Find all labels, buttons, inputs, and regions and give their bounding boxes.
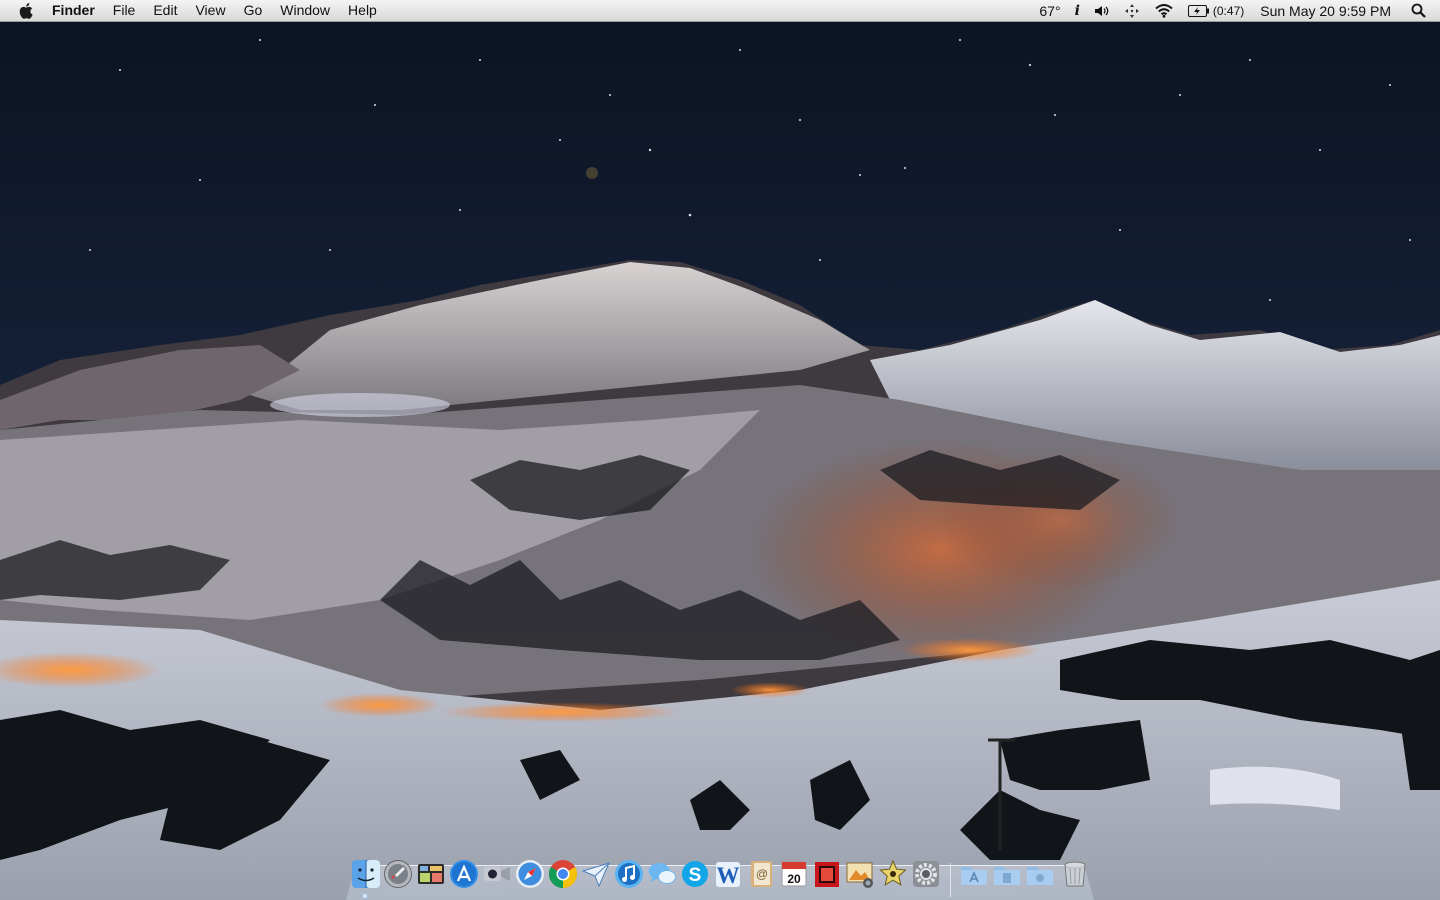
menu-go[interactable]: Go	[235, 0, 272, 21]
rocket-icon[interactable]	[383, 859, 413, 889]
wifi-icon[interactable]	[1147, 0, 1181, 21]
clock[interactable]: Sun May 20 9:59 PM	[1251, 0, 1405, 21]
compass-icon[interactable]	[515, 859, 545, 889]
photo-booth-icon[interactable]	[812, 859, 842, 889]
menu-window[interactable]: Window	[271, 0, 339, 21]
star-icon[interactable]	[878, 859, 908, 889]
app-menu-finder[interactable]: Finder	[43, 0, 104, 21]
svg-text:@: @	[756, 867, 768, 881]
battery-time: (0:47)	[1212, 3, 1245, 18]
applications-folder-icon[interactable]	[959, 859, 989, 889]
music-note-icon[interactable]	[614, 859, 644, 889]
mission-control-icon[interactable]	[416, 859, 446, 889]
desktop-wallpaper	[0, 0, 1440, 900]
weather-status[interactable]: 67°	[1032, 0, 1067, 21]
svg-text:S: S	[689, 865, 702, 886]
paper-plane-icon[interactable]	[581, 859, 611, 889]
chrome-icon[interactable]	[548, 859, 578, 889]
calendar-date: 20	[787, 872, 801, 886]
menu-file[interactable]: File	[104, 0, 145, 21]
address-book-icon[interactable]: @	[746, 859, 776, 889]
battery-status[interactable]: (0:47)	[1181, 0, 1251, 21]
dock: S W @ 20	[346, 855, 1094, 900]
finder-icon[interactable]	[351, 859, 381, 889]
menu-view[interactable]: View	[186, 0, 234, 21]
calendar-icon[interactable]: 20	[779, 859, 809, 889]
menu-bar: Finder File Edit View Go Window Help 67°…	[0, 0, 1440, 22]
word-icon[interactable]: W	[713, 859, 743, 889]
downloads-folder-icon[interactable]	[1025, 859, 1055, 889]
skype-icon[interactable]: S	[680, 859, 710, 889]
spotlight-icon[interactable]	[1405, 0, 1440, 21]
menu-edit[interactable]: Edit	[144, 0, 186, 21]
menu-help[interactable]: Help	[339, 0, 386, 21]
svg-text:W: W	[717, 863, 740, 888]
finder-running-indicator	[363, 894, 367, 898]
chat-bubbles-icon[interactable]	[647, 859, 677, 889]
apple-menu-icon[interactable]	[0, 2, 43, 19]
app-store-icon[interactable]	[449, 859, 479, 889]
volume-icon[interactable]	[1087, 0, 1117, 21]
photos-icon[interactable]	[845, 859, 875, 889]
dock-separator	[950, 863, 951, 897]
trash-icon[interactable]	[1060, 859, 1090, 889]
camera-icon[interactable]	[482, 859, 512, 889]
documents-folder-icon[interactable]	[992, 859, 1022, 889]
info-icon[interactable]: i	[1068, 0, 1087, 21]
move-arrows-icon[interactable]	[1117, 0, 1147, 21]
battery-charging-icon	[1187, 4, 1209, 17]
gears-icon[interactable]	[911, 859, 941, 889]
